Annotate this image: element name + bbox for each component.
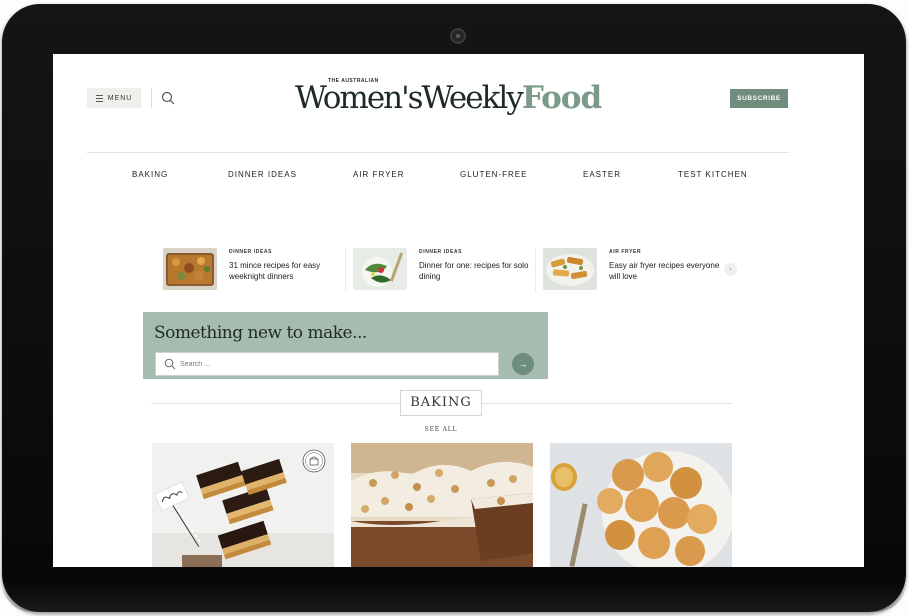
solo-dinner-thumbnail (353, 248, 407, 290)
main-nav: BAKING DINNER IDEAS AIR FRYER GLUTEN-FRE… (53, 170, 864, 182)
card-title: Dinner for one: recipes for solo dining (419, 261, 529, 281)
site-header: MENU THE AUSTRALIAN Women'sWeeklyFood SU… (53, 54, 864, 152)
nav-item-easter[interactable]: EASTER (583, 170, 621, 179)
card-category: DINNER IDEAS (229, 249, 273, 255)
carousel-card[interactable]: AIR FRYER Easy air fryer recipes everyon… (543, 248, 723, 292)
arrow-right-icon: → (518, 359, 528, 369)
see-all-link[interactable]: SEE ALL (419, 426, 463, 433)
card-title: 31 mince recipes for easy weeknight dinn… (229, 261, 321, 281)
camera-icon (450, 28, 466, 44)
subscribe-button[interactable]: SUBSCRIBE (730, 89, 788, 108)
air-fryer-thumbnail (543, 248, 597, 290)
card-category: AIR FRYER (609, 249, 642, 255)
recipe-card-scones[interactable] (550, 443, 732, 567)
section-title: BAKING (400, 390, 482, 416)
search-panel: Something new to make... → (143, 312, 548, 379)
tablet-frame: MENU THE AUSTRALIAN Women'sWeeklyFood SU… (2, 4, 906, 612)
nav-item-air-fryer[interactable]: AIR FRYER (353, 170, 405, 179)
search-submit-button[interactable]: → (512, 353, 534, 375)
award-seal-icon (302, 449, 326, 473)
nav-item-dinner-ideas[interactable]: DINNER IDEAS (228, 170, 297, 179)
hamburger-icon (95, 94, 103, 102)
carrot-cake-image (351, 443, 533, 567)
section-rule-left (151, 403, 400, 404)
chevron-right-icon: › (729, 266, 732, 273)
page: MENU THE AUSTRALIAN Women'sWeeklyFood SU… (0, 0, 909, 616)
recipe-card-caramel-slice[interactable] (152, 443, 334, 567)
logo-food: Food (521, 80, 602, 116)
recipe-card-carrot-cake[interactable] (351, 443, 533, 567)
card-category: DINNER IDEAS (419, 249, 463, 255)
search-icon (164, 358, 176, 370)
logo-wordmark: Women'sWeeklyFood (295, 80, 602, 116)
carousel-card[interactable]: DINNER IDEAS 31 mince recipes for easy w… (163, 248, 343, 292)
header-divider (151, 88, 152, 108)
scones-image (550, 443, 732, 567)
search-icon[interactable] (161, 91, 175, 105)
header-rule (87, 152, 789, 153)
card-divider (345, 248, 346, 292)
card-divider (535, 248, 536, 292)
carousel-next-button[interactable]: › (724, 263, 737, 276)
section-rule-right (482, 403, 732, 404)
search-input[interactable] (180, 356, 480, 372)
browser-screen: MENU THE AUSTRALIAN Women'sWeeklyFood SU… (53, 54, 864, 567)
carousel-card[interactable]: DINNER IDEAS Dinner for one: recipes for… (353, 248, 533, 292)
logo-womens-weekly: Women'sWeekly (295, 80, 524, 116)
search-box[interactable] (155, 352, 499, 376)
nav-item-gluten-free[interactable]: GLUTEN-FREE (460, 170, 527, 179)
card-title: Easy air fryer recipes everyone will lov… (609, 261, 720, 281)
nav-item-test-kitchen[interactable]: TEST KITCHEN (678, 170, 748, 179)
menu-button[interactable]: MENU (87, 88, 141, 108)
mince-dish-thumbnail (163, 248, 217, 290)
site-logo[interactable]: THE AUSTRALIAN Women'sWeeklyFood (295, 78, 602, 118)
featured-carousel: DINNER IDEAS 31 mince recipes for easy w… (163, 248, 743, 294)
menu-label: MENU (107, 94, 133, 102)
search-heading: Something new to make... (154, 323, 367, 343)
nav-item-baking[interactable]: BAKING (132, 170, 168, 179)
